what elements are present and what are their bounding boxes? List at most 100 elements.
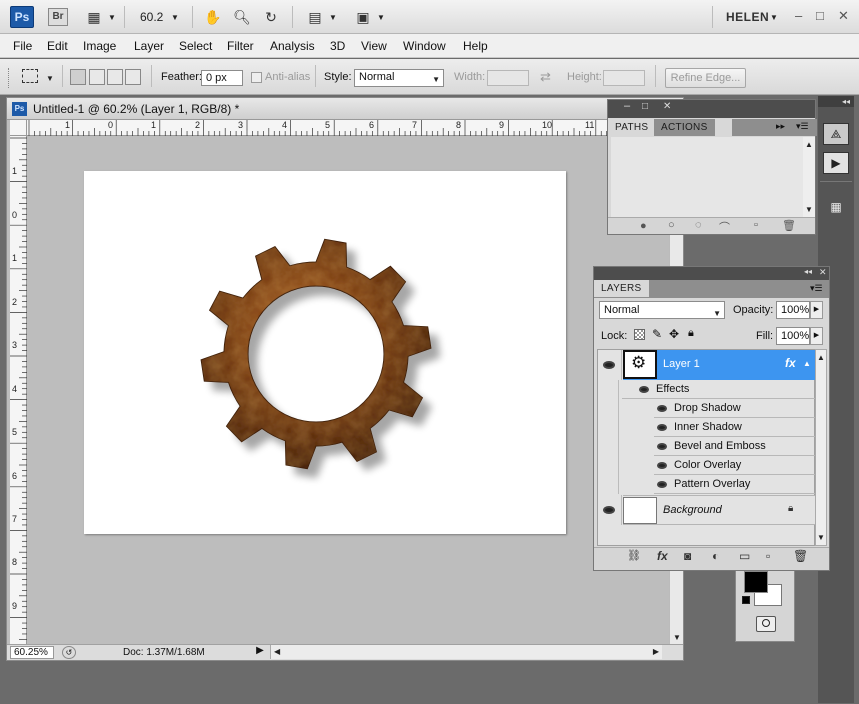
blend-mode-select[interactable]: Normal ▼ xyxy=(599,301,725,319)
fill-path-icon[interactable]: ● xyxy=(640,220,647,232)
effect-row-bevel-emboss[interactable]: Bevel and Emboss xyxy=(654,437,815,456)
effects-row[interactable]: Effects xyxy=(622,380,815,399)
panel-collapse-icon[interactable]: ▸▸ xyxy=(776,121,785,132)
paths-list[interactable] xyxy=(611,137,803,217)
scroll-right-icon[interactable]: ▶ xyxy=(653,647,659,656)
paths-panel-icon[interactable]: ⟁ xyxy=(823,123,849,145)
trash-icon[interactable]: 🗑︎ xyxy=(793,549,808,563)
panel-menu-icon[interactable]: ▾☰ xyxy=(810,283,823,294)
tab-layers[interactable]: LAYERS xyxy=(594,280,649,297)
trash-icon[interactable]: 🗑︎ xyxy=(782,219,796,232)
eye-icon[interactable] xyxy=(639,386,649,393)
arrange-documents-icon[interactable]: ▤ xyxy=(303,7,327,27)
intersect-selection-icon[interactable] xyxy=(125,69,141,85)
effect-row-pattern-overlay[interactable]: Pattern Overlay xyxy=(654,475,815,494)
layers-panel-icon[interactable]: ▦ xyxy=(823,196,849,218)
chevron-down-icon[interactable]: ▼ xyxy=(171,13,179,22)
ruler-origin[interactable] xyxy=(10,120,27,136)
paths-panel-header[interactable]: – □ ✕ xyxy=(608,100,815,118)
layer-row-background[interactable]: Background 🔒︎ xyxy=(623,495,815,525)
maximize-icon[interactable]: □ xyxy=(816,8,824,23)
menu-filter[interactable]: Filter xyxy=(227,39,254,53)
dock-collapse-icon[interactable]: ◂◂ xyxy=(818,96,854,107)
scroll-left-icon[interactable]: ◀ xyxy=(274,647,280,656)
stroke-path-icon[interactable]: ○ xyxy=(668,219,675,231)
tab-actions[interactable]: ACTIONS xyxy=(654,119,715,136)
zoom-percentage-input[interactable]: 60.25% xyxy=(10,646,54,659)
close-icon[interactable]: ✕ xyxy=(819,267,827,278)
new-group-icon[interactable]: ▭ xyxy=(739,549,750,563)
selection-to-path-icon[interactable]: ⌒ xyxy=(719,219,730,235)
panel-collapse-icon[interactable]: ◂◂ xyxy=(804,267,812,276)
foreground-color-swatch[interactable] xyxy=(744,571,768,593)
collapse-effects-icon[interactable]: ▲ xyxy=(803,359,811,368)
eye-icon[interactable] xyxy=(657,481,667,488)
hand-tool-icon[interactable]: ✋ xyxy=(201,7,225,27)
new-selection-icon[interactable] xyxy=(70,69,86,85)
width-input[interactable] xyxy=(487,70,529,86)
menu-select[interactable]: Select xyxy=(179,39,212,53)
new-path-icon[interactable]: ▫ xyxy=(754,219,758,231)
opacity-slider-arrow-icon[interactable]: ▶ xyxy=(810,301,823,319)
bridge-button[interactable]: Br xyxy=(48,8,68,26)
menu-file[interactable]: File xyxy=(13,39,32,53)
lock-transparent-icon[interactable] xyxy=(634,329,645,340)
menu-window[interactable]: Window xyxy=(403,39,446,53)
zoom-level-value[interactable]: 60.2 xyxy=(140,10,163,24)
default-colors-icon[interactable] xyxy=(742,596,750,604)
menu-3d[interactable]: 3D xyxy=(330,39,345,53)
subtract-selection-icon[interactable] xyxy=(107,69,123,85)
menu-help[interactable]: Help xyxy=(463,39,488,53)
lock-image-brush-icon[interactable]: ✎ xyxy=(652,327,662,341)
rotate-view-icon[interactable]: ↻ xyxy=(259,7,283,27)
quick-mask-icon[interactable] xyxy=(756,616,776,632)
paths-scrollbar[interactable]: ▲ ▼ xyxy=(803,137,815,217)
new-layer-icon[interactable]: ▫ xyxy=(766,549,770,563)
menu-analysis[interactable]: Analysis xyxy=(270,39,315,53)
tab-paths[interactable]: PATHS xyxy=(608,119,656,136)
adjustment-layer-icon[interactable]: ◐ xyxy=(712,549,719,563)
scroll-up-icon[interactable]: ▲ xyxy=(805,140,813,149)
menu-edit[interactable]: Edit xyxy=(47,39,68,53)
layer-name[interactable]: Layer 1 xyxy=(663,358,700,370)
add-style-fx-icon[interactable]: fx xyxy=(657,549,668,563)
layers-panel-header[interactable]: ◂◂ ✕ xyxy=(594,267,829,280)
status-info-icon[interactable]: ↺ xyxy=(62,646,76,659)
height-input[interactable] xyxy=(603,70,645,86)
style-select[interactable]: Normal ▼ xyxy=(354,69,444,87)
maximize-icon[interactable]: □ xyxy=(642,101,648,112)
document-tab[interactable]: Ps Untitled-1 @ 60.2% (Layer 1, RGB/8) * xyxy=(7,98,683,120)
refine-edge-button[interactable]: Refine Edge... xyxy=(665,68,746,88)
visibility-toggle[interactable] xyxy=(598,350,622,380)
eye-icon[interactable] xyxy=(657,424,667,431)
actions-panel-icon[interactable]: ▶ xyxy=(823,152,849,174)
visibility-toggle[interactable] xyxy=(598,495,622,525)
film-strip-icon[interactable]: ▦ xyxy=(82,7,106,27)
screen-mode-icon[interactable]: ▣ xyxy=(351,7,375,27)
link-layers-icon[interactable]: ⛓ xyxy=(627,549,641,562)
effect-row-drop-shadow[interactable]: Drop Shadow xyxy=(654,399,815,418)
chevron-down-icon[interactable]: ▼ xyxy=(329,13,337,22)
layers-scrollbar[interactable]: ▲ ▼ xyxy=(815,349,827,546)
effect-row-color-overlay[interactable]: Color Overlay xyxy=(654,456,815,475)
menu-view[interactable]: View xyxy=(361,39,387,53)
menu-image[interactable]: Image xyxy=(83,39,116,53)
opacity-input[interactable]: 100% xyxy=(776,301,810,319)
status-menu-arrow-icon[interactable]: ▶ xyxy=(253,645,267,659)
feather-input[interactable]: 0 px xyxy=(201,70,243,86)
eye-icon[interactable] xyxy=(657,462,667,469)
chevron-down-icon[interactable]: ▼ xyxy=(377,13,385,22)
lock-position-icon[interactable]: ✥ xyxy=(669,327,679,341)
scroll-down-icon[interactable]: ▼ xyxy=(673,633,681,642)
effect-row-inner-shadow[interactable]: Inner Shadow xyxy=(654,418,815,437)
close-icon[interactable]: ✕ xyxy=(663,101,671,112)
chevron-down-icon[interactable]: ▼ xyxy=(108,13,116,22)
grip-handle[interactable] xyxy=(8,68,10,88)
add-mask-icon[interactable]: ◙ xyxy=(684,549,691,563)
close-icon[interactable]: ✕ xyxy=(838,8,849,24)
fill-input[interactable]: 100% xyxy=(776,327,810,345)
gear-graphic[interactable] xyxy=(84,171,566,534)
chevron-down-icon[interactable]: ▼ xyxy=(770,13,778,22)
zoom-tool-icon[interactable]: 🔍︎ xyxy=(230,7,254,27)
menu-layer[interactable]: Layer xyxy=(134,39,164,53)
